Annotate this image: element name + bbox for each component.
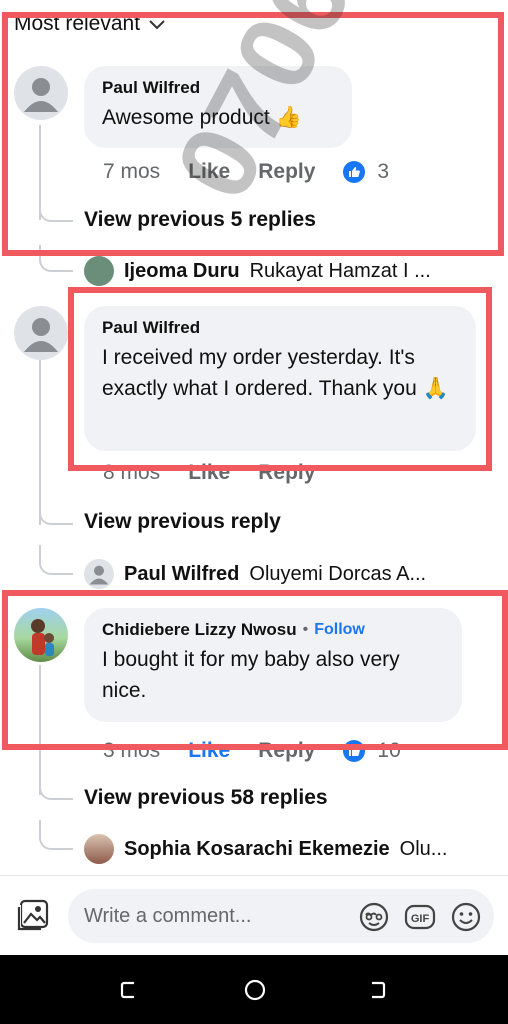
thread-elbow bbox=[39, 495, 73, 525]
comment-text: I bought it for my baby also very nice. bbox=[102, 648, 400, 702]
sort-label: Most relevant bbox=[14, 12, 141, 35]
back-icon[interactable] bbox=[366, 979, 388, 1001]
comment-time: 7 mos bbox=[103, 160, 161, 183]
comment-input[interactable]: Write a comment... GIF bbox=[68, 889, 494, 943]
reaction-count[interactable]: 3 bbox=[377, 160, 389, 184]
default-avatar-icon bbox=[24, 318, 58, 352]
emoji-icon[interactable] bbox=[450, 901, 482, 933]
view-previous-replies[interactable]: View previous 58 replies bbox=[84, 786, 328, 810]
comment-time: 3 mos bbox=[103, 740, 161, 762]
reply-button[interactable]: Reply bbox=[258, 740, 315, 762]
reply-snippet: Rukayat Hamzat I ... bbox=[249, 259, 431, 282]
chevron-down-icon bbox=[149, 20, 165, 30]
avatar[interactable] bbox=[14, 608, 68, 662]
comment-bubble: Paul Wilfred I received my order yesterd… bbox=[84, 306, 476, 451]
gallery-icon[interactable] bbox=[16, 897, 52, 938]
comment-time: 8 mos bbox=[103, 462, 161, 484]
like-reaction-icon bbox=[343, 161, 366, 183]
avatar bbox=[84, 834, 114, 864]
separator-dot: • bbox=[302, 621, 309, 638]
comment-actions: 3 mos Like Reply 10 bbox=[103, 740, 401, 762]
reply-author: Ijeoma Duru bbox=[124, 259, 240, 282]
follow-button[interactable]: Follow bbox=[314, 621, 365, 639]
reply-snippet: Olu... bbox=[399, 837, 448, 860]
reply-button[interactable]: Reply bbox=[258, 462, 315, 484]
reply-snippet: Oluyemi Dorcas A... bbox=[249, 562, 427, 585]
reply-preview[interactable]: Ijeoma Duru Rukayat Hamzat I ... bbox=[84, 256, 431, 286]
reply-preview[interactable]: Sophia Kosarachi Ekemezie Olu... bbox=[84, 834, 447, 864]
thread-elbow bbox=[39, 770, 73, 800]
default-avatar-icon bbox=[24, 78, 58, 112]
avatar bbox=[84, 256, 114, 286]
avatar[interactable] bbox=[14, 66, 68, 120]
comment-actions: 8 mos Like Reply bbox=[103, 462, 343, 484]
sort-dropdown[interactable]: Most relevant bbox=[14, 12, 166, 36]
default-avatar-icon bbox=[89, 565, 109, 585]
system-nav-bar bbox=[0, 955, 508, 1024]
reaction-count[interactable]: 10 bbox=[377, 740, 400, 762]
comment-author[interactable]: Chidiebere Lizzy Nwosu bbox=[102, 620, 297, 640]
avatar-sticker-icon[interactable] bbox=[358, 901, 390, 933]
comment-author[interactable]: Paul Wilfred bbox=[102, 318, 460, 338]
view-previous-replies[interactable]: View previous reply bbox=[84, 510, 281, 534]
thread-elbow bbox=[39, 245, 73, 272]
like-button[interactable]: Like bbox=[188, 462, 230, 484]
reply-author: Sophia Kosarachi Ekemezie bbox=[124, 837, 390, 860]
thread-elbow bbox=[39, 190, 73, 222]
avatar[interactable] bbox=[14, 306, 68, 360]
avatar bbox=[84, 559, 114, 589]
home-icon[interactable] bbox=[243, 978, 267, 1002]
like-button[interactable]: Like bbox=[188, 740, 230, 762]
comment-bubble: Chidiebere Lizzy Nwosu • Follow I bought… bbox=[84, 608, 462, 722]
thread-elbow bbox=[39, 545, 73, 575]
comment-input-placeholder: Write a comment... bbox=[84, 904, 252, 927]
comment-text: I received my order yesterday. It's exac… bbox=[102, 346, 449, 400]
reply-author: Paul Wilfred bbox=[124, 562, 240, 585]
like-reaction-icon bbox=[343, 740, 366, 762]
svg-text:GIF: GIF bbox=[411, 913, 430, 925]
profile-photo-icon bbox=[31, 619, 54, 656]
gif-icon[interactable]: GIF bbox=[404, 901, 436, 933]
view-previous-replies[interactable]: View previous 5 replies bbox=[84, 208, 316, 232]
recent-apps-icon[interactable] bbox=[118, 979, 140, 1001]
reply-preview[interactable]: Paul Wilfred Oluyemi Dorcas A... bbox=[84, 559, 426, 589]
thread-elbow bbox=[39, 820, 73, 850]
